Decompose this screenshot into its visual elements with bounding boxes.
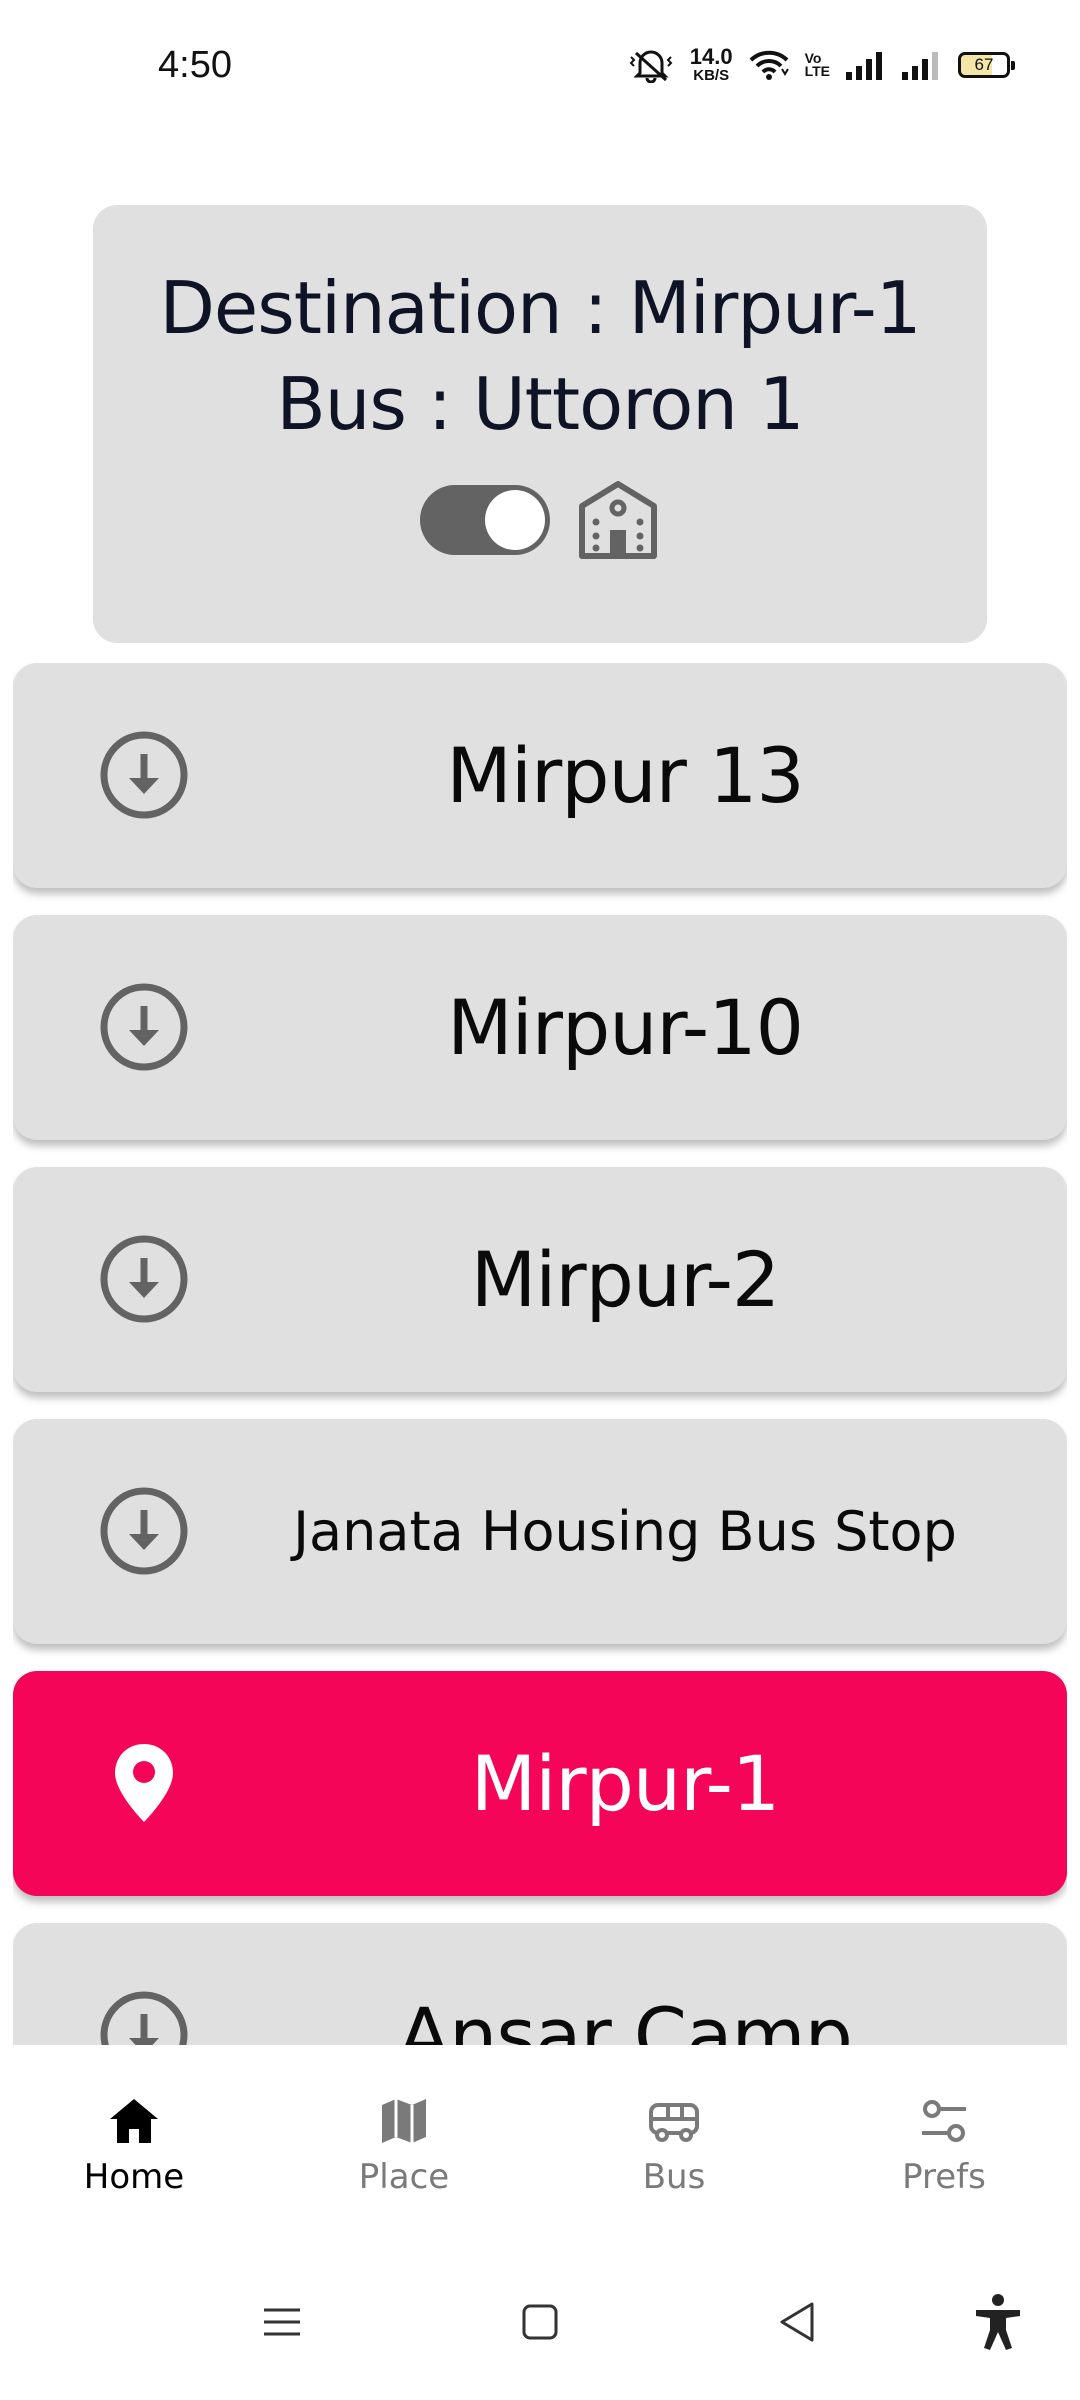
stop-label: Ansar Camp [398, 1991, 853, 2045]
stop-item[interactable]: Janata Housing Bus Stop [13, 1419, 1067, 1644]
arrow-down-circle-icon [100, 1487, 188, 1575]
nav-prefs-label: Prefs [902, 2157, 986, 2197]
trip-summary-card: Destination : Mirpur-1 Bus : Uttoron 1 [93, 205, 987, 643]
toggle-knob [485, 490, 545, 550]
stop-label: Mirpur-2 [470, 1235, 781, 1324]
menu-icon[interactable] [250, 2290, 314, 2354]
volte-indicator: Vo LTE [804, 51, 830, 79]
mute-vibrate-icon [629, 50, 673, 83]
stop-item-current[interactable]: Mirpur-1 [13, 1671, 1067, 1896]
tracking-toggle[interactable] [420, 485, 550, 555]
network-speed-value: 14.0 [689, 44, 733, 69]
signal-strength-icon [846, 51, 882, 80]
arrow-down-circle-icon [100, 1991, 188, 2045]
nav-place-label: Place [358, 2157, 450, 2197]
nav-home[interactable]: Home [34, 2095, 234, 2197]
stop-item[interactable]: Mirpur-2 [13, 1167, 1067, 1392]
header-controls [93, 480, 987, 560]
status-bar: 4:50 14.0 KB/S Vo LTE 67 [0, 0, 1080, 130]
nav-place[interactable]: Place [304, 2095, 504, 2197]
network-speed-unit: KB/S [693, 67, 730, 84]
map-icon [382, 2099, 426, 2143]
signal-strength-2-icon [902, 51, 938, 80]
stop-item[interactable]: Mirpur 13 [13, 663, 1067, 888]
arrow-down-circle-icon [100, 1235, 188, 1323]
nav-home-label: Home [83, 2157, 185, 2197]
volte-bottom: LTE [804, 62, 830, 79]
stop-list[interactable]: Mirpur 13 Mirpur-10 Mirpur-2 Janata Hous… [13, 663, 1067, 2045]
wifi-icon [749, 50, 789, 80]
home-icon [110, 2099, 158, 2143]
bus-icon [649, 2103, 699, 2142]
sliders-icon [922, 2100, 966, 2142]
network-speed: 14.0 KB/S [689, 44, 733, 84]
stop-label: Mirpur-10 [447, 983, 804, 1072]
stop-label: Mirpur-1 [470, 1739, 781, 1828]
bus-text: Bus : Uttoron 1 [276, 362, 804, 446]
stop-item[interactable]: Ansar Camp [13, 1923, 1067, 2045]
app-screen: 4:50 14.0 KB/S Vo LTE 67 Destination: M… [0, 0, 1080, 2400]
building-icon[interactable] [576, 480, 660, 560]
nav-bus[interactable]: Bus [574, 2095, 774, 2197]
destination-text: Destination : Mirpur-1 [159, 266, 921, 350]
status-icons: 14.0 KB/S Vo LTE 67 [628, 44, 1015, 84]
battery-level: 67 [974, 54, 994, 74]
arrow-down-circle-icon [100, 731, 188, 819]
status-time: 4:50 [158, 44, 232, 86]
accessibility-icon[interactable] [966, 2290, 1030, 2354]
stop-label: Mirpur 13 [446, 731, 804, 820]
system-navigation-bar [0, 2240, 1080, 2400]
stop-label: Janata Housing Bus Stop [293, 1500, 957, 1563]
back-triangle-icon[interactable] [766, 2290, 830, 2354]
bottom-navigation: Home Place Bus Prefs [0, 2045, 1080, 2240]
battery-icon: 67 [958, 51, 1015, 78]
arrow-down-circle-icon [100, 983, 188, 1071]
stop-item[interactable]: Mirpur-10 [13, 915, 1067, 1140]
home-square-icon[interactable] [508, 2290, 572, 2354]
location-pin-icon [115, 1744, 173, 1822]
nav-prefs[interactable]: Prefs [844, 2095, 1044, 2197]
nav-bus-label: Bus [642, 2157, 706, 2197]
